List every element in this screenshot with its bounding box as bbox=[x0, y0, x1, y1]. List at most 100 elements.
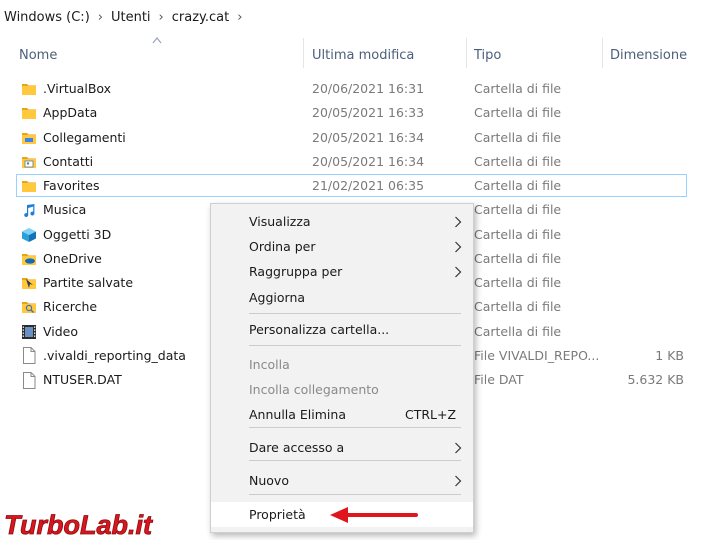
contacts-folder-icon bbox=[20, 150, 38, 174]
file-type: Cartella di file bbox=[474, 178, 562, 193]
menu-item-label: Dare accesso a bbox=[249, 440, 345, 455]
menu-item-nuovo[interactable]: Nuovo bbox=[211, 468, 473, 493]
file-type: Cartella di file bbox=[474, 202, 562, 218]
file-name: AppData bbox=[43, 105, 98, 121]
file-row[interactable]: AppData 20/05/2021 16:33 Cartella di file bbox=[0, 101, 708, 125]
menu-item-personalizza-cartella[interactable]: Personalizza cartella... bbox=[211, 317, 473, 342]
menu-item-label: Proprietà bbox=[249, 507, 306, 522]
file-modified: 20/05/2021 16:33 bbox=[312, 105, 425, 121]
file-name: NTUSER.DAT bbox=[43, 372, 122, 387]
menu-item-raggruppa-per[interactable]: Raggruppa per bbox=[211, 259, 473, 284]
video-icon bbox=[20, 320, 38, 344]
menu-item-label: Incolla bbox=[249, 357, 290, 372]
file-name: Ricerche bbox=[43, 299, 98, 315]
column-header-modified[interactable]: Ultima modifica bbox=[312, 38, 414, 72]
file-icon bbox=[20, 344, 38, 368]
file-name: .vivaldi_reporting_data bbox=[43, 347, 186, 363]
menu-item-label: Visualizza bbox=[249, 214, 311, 229]
breadcrumb-item-profile[interactable]: crazy.cat bbox=[172, 10, 229, 25]
file-size bbox=[602, 198, 684, 222]
onedrive-icon bbox=[20, 247, 38, 271]
file-name: Collegamenti bbox=[43, 129, 126, 145]
turbolab-logo: TurboLab.it TurboLab.it bbox=[2, 508, 156, 540]
file-modified: 20/05/2021 16:34 bbox=[312, 153, 425, 169]
sort-ascending-icon bbox=[152, 37, 162, 44]
file-name: Video bbox=[43, 323, 79, 339]
file-type: Cartella di file bbox=[474, 250, 562, 266]
chevron-right-icon[interactable]: › bbox=[237, 10, 242, 25]
file-icon bbox=[20, 368, 38, 392]
menu-separator bbox=[249, 345, 461, 346]
file-name: Musica bbox=[43, 202, 87, 218]
menu-separator bbox=[249, 494, 461, 495]
file-row[interactable]: Contatti 20/05/2021 16:34 Cartella di file bbox=[0, 150, 708, 174]
folder-icon bbox=[20, 101, 38, 125]
column-header-type[interactable]: Tipo bbox=[474, 38, 501, 72]
file-size bbox=[602, 150, 684, 174]
file-size bbox=[602, 271, 684, 295]
menu-item-incolla: Incolla bbox=[211, 352, 473, 377]
menu-item-label: Incolla collegamento bbox=[249, 382, 379, 397]
3d-objects-icon bbox=[20, 223, 38, 247]
menu-item-label: Aggiorna bbox=[249, 290, 306, 305]
file-name: OneDrive bbox=[43, 250, 102, 266]
file-type: File VIVALDI_REPO... bbox=[474, 347, 599, 363]
menu-item-aggiorna[interactable]: Aggiorna bbox=[211, 285, 473, 310]
music-icon bbox=[20, 198, 38, 222]
file-size bbox=[602, 77, 684, 101]
menu-item-ordina-per[interactable]: Ordina per bbox=[211, 234, 473, 259]
saved-games-icon bbox=[20, 271, 38, 295]
file-size bbox=[602, 126, 684, 150]
menu-item-incolla-collegamento: Incolla collegamento bbox=[211, 377, 473, 402]
column-header-size[interactable]: Dimensione bbox=[610, 38, 687, 72]
submenu-arrow-icon bbox=[455, 442, 462, 454]
chevron-right-icon[interactable]: › bbox=[159, 10, 164, 25]
menu-item-label: Personalizza cartella... bbox=[249, 322, 390, 337]
submenu-arrow-icon bbox=[455, 241, 462, 253]
file-type: Cartella di file bbox=[474, 153, 562, 169]
file-size: 5.632 KB bbox=[627, 372, 684, 387]
menu-shortcut: CTRL+Z bbox=[405, 407, 457, 422]
file-size bbox=[602, 295, 684, 319]
file-modified: 21/02/2021 06:35 bbox=[312, 178, 425, 193]
menu-item-visualizza[interactable]: Visualizza bbox=[211, 209, 473, 234]
menu-item-annulla-elimina[interactable]: Annulla Elimina CTRL+Z bbox=[211, 402, 473, 427]
menu-item-dare-accesso-a[interactable]: Dare accesso a bbox=[211, 435, 473, 460]
breadcrumb-item-users[interactable]: Utenti bbox=[111, 10, 151, 25]
file-type: Cartella di file bbox=[474, 81, 562, 96]
menu-item-label: Nuovo bbox=[249, 473, 289, 488]
submenu-arrow-icon bbox=[455, 216, 462, 228]
file-type: Cartella di file bbox=[474, 129, 562, 145]
submenu-arrow-icon bbox=[455, 475, 462, 487]
annotation-arrow-icon bbox=[330, 507, 418, 523]
file-size bbox=[602, 101, 684, 125]
folder-icon bbox=[20, 77, 38, 101]
column-divider[interactable] bbox=[466, 38, 467, 68]
breadcrumb: Windows (C:) › Utenti › crazy.cat › bbox=[0, 0, 708, 34]
folder-icon bbox=[20, 174, 38, 198]
file-name: Oggetti 3D bbox=[43, 226, 112, 242]
file-type: Cartella di file bbox=[474, 323, 562, 339]
breadcrumb-item-drive[interactable]: Windows (C:) bbox=[4, 10, 90, 25]
svg-text:TurboLab.it: TurboLab.it bbox=[4, 510, 153, 540]
menu-item-label: Raggruppa per bbox=[249, 264, 343, 279]
menu-separator bbox=[249, 460, 461, 461]
file-name: Partite salvate bbox=[43, 275, 134, 290]
file-row[interactable]: Collegamenti 20/05/2021 16:34 Cartella di … bbox=[0, 126, 708, 150]
file-size bbox=[602, 247, 684, 271]
file-row[interactable]: Favorites 21/02/2021 06:35 Cartella di fil… bbox=[0, 174, 708, 198]
column-divider[interactable] bbox=[602, 38, 603, 68]
file-row[interactable]: .VirtualBox 20/06/2021 16:31 Cartella di f… bbox=[0, 77, 708, 101]
links-folder-icon bbox=[20, 126, 38, 150]
column-header-name[interactable]: Nome bbox=[19, 38, 57, 72]
menu-separator bbox=[249, 313, 461, 314]
context-menu: Visualizza Ordina per Raggruppa per Aggiorn… bbox=[210, 203, 474, 533]
column-divider[interactable] bbox=[303, 38, 304, 68]
file-size bbox=[602, 223, 684, 247]
menu-item-label: Annulla Elimina bbox=[249, 407, 346, 422]
file-name: Favorites bbox=[43, 178, 100, 193]
searches-icon bbox=[20, 295, 38, 319]
file-size: 1 KB bbox=[655, 347, 684, 363]
file-size bbox=[602, 174, 684, 198]
chevron-right-icon[interactable]: › bbox=[98, 10, 103, 25]
